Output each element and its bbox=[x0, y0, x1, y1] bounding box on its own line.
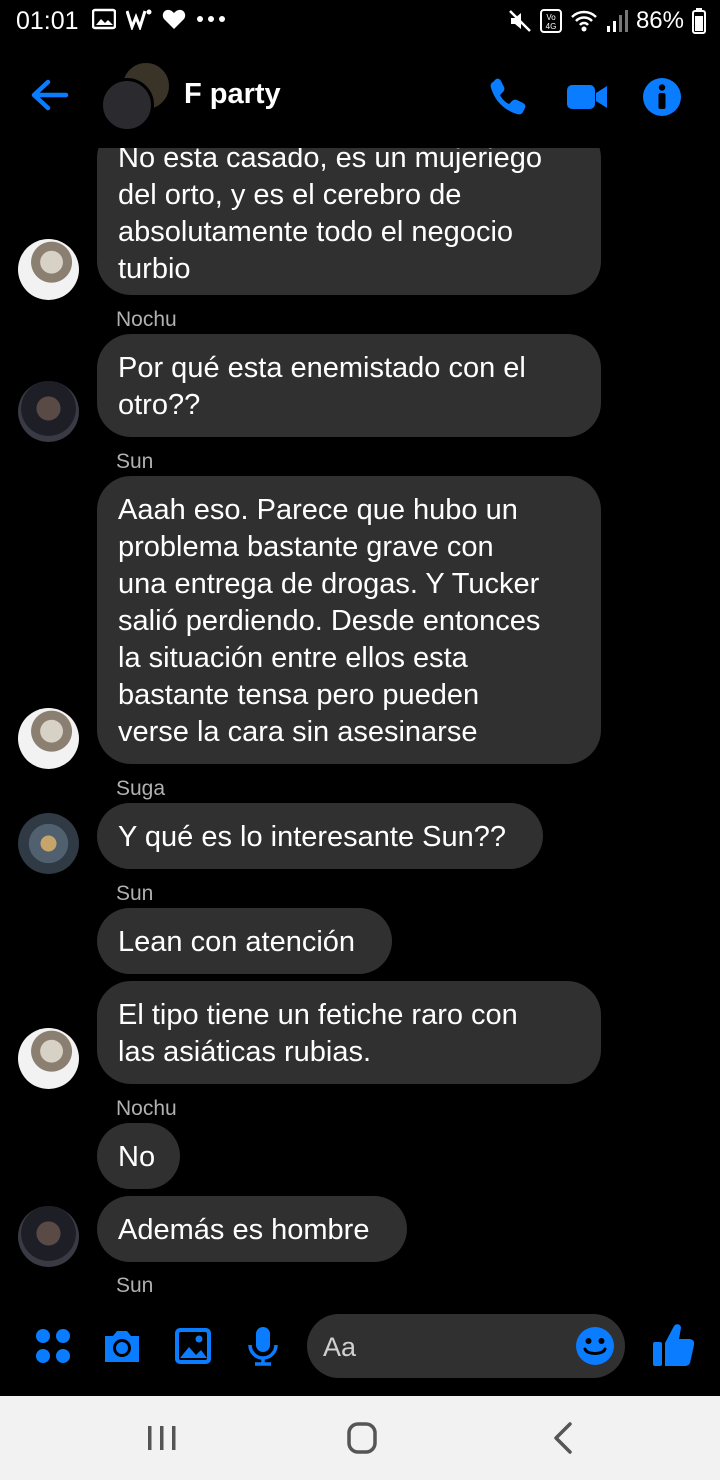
back-arrow-icon[interactable] bbox=[28, 74, 70, 116]
member-avatar bbox=[100, 78, 154, 132]
wifi-icon bbox=[571, 10, 597, 32]
composer-bar bbox=[0, 1310, 720, 1396]
avatar[interactable] bbox=[18, 1206, 79, 1267]
image-icon[interactable] bbox=[173, 1326, 213, 1366]
message-list[interactable]: No esta casado, es un mujeriego del orto… bbox=[0, 148, 720, 1310]
more-dots-icon bbox=[197, 16, 225, 22]
apps-icon[interactable] bbox=[33, 1326, 73, 1366]
message-bubble[interactable]: Lean con atención bbox=[97, 908, 392, 974]
avatar[interactable] bbox=[18, 239, 79, 300]
message-bubble[interactable]: Por qué esta enemistado con el otro?? bbox=[97, 334, 601, 437]
status-time: 01:01 bbox=[16, 7, 79, 35]
message-bubble[interactable]: El tipo tiene un fetiche raro con las as… bbox=[97, 981, 601, 1084]
emoji-icon[interactable] bbox=[575, 1326, 615, 1366]
sender-name: Suga bbox=[116, 777, 166, 800]
avatar[interactable] bbox=[18, 1028, 79, 1089]
volte-4g-icon: Vo4G bbox=[539, 9, 562, 33]
signal-icon bbox=[606, 10, 628, 32]
svg-text:Vo: Vo bbox=[546, 13, 556, 22]
phone-icon[interactable] bbox=[487, 76, 529, 118]
home-icon[interactable] bbox=[342, 1420, 382, 1456]
message-field[interactable] bbox=[307, 1314, 625, 1378]
sender-name: Sun bbox=[116, 1274, 154, 1297]
recents-icon[interactable] bbox=[142, 1420, 182, 1456]
system-nav-bar bbox=[0, 1396, 720, 1480]
avatar[interactable] bbox=[18, 708, 79, 769]
conversation-header: F party bbox=[0, 44, 720, 148]
message-bubble[interactable]: No bbox=[97, 1123, 180, 1189]
conversation-title[interactable]: F party bbox=[184, 78, 281, 111]
message-bubble[interactable]: No esta casado, es un mujeriego del orto… bbox=[97, 148, 601, 295]
sender-name: Nochu bbox=[116, 1097, 177, 1120]
sender-name: Sun bbox=[116, 882, 154, 905]
group-avatar[interactable] bbox=[100, 60, 172, 132]
message-bubble[interactable]: Y qué es lo interesante Sun?? bbox=[97, 803, 543, 869]
message-input[interactable] bbox=[321, 1329, 575, 1365]
avatar[interactable] bbox=[18, 381, 79, 442]
mute-icon bbox=[509, 10, 531, 32]
microphone-icon[interactable] bbox=[243, 1326, 283, 1366]
message-bubble[interactable]: Aaah eso. Parece que hubo un problema ba… bbox=[97, 476, 601, 764]
heart-icon bbox=[162, 9, 186, 29]
w-app-icon bbox=[126, 9, 152, 30]
thumbs-up-icon[interactable] bbox=[652, 1322, 694, 1368]
info-icon[interactable] bbox=[641, 76, 683, 118]
back-icon[interactable] bbox=[544, 1420, 584, 1456]
sender-name: Sun bbox=[116, 450, 154, 473]
camera-icon[interactable] bbox=[102, 1326, 142, 1366]
status-bar: 01:01 Vo 4G 86% bbox=[0, 0, 720, 44]
video-camera-icon[interactable] bbox=[566, 76, 608, 118]
sender-name: Nochu bbox=[116, 308, 177, 331]
battery-percent: 86% bbox=[635, 7, 684, 34]
gallery-icon bbox=[92, 8, 116, 30]
svg-text:4G: 4G bbox=[546, 22, 557, 31]
message-bubble[interactable]: Además es hombre bbox=[97, 1196, 407, 1262]
battery-icon bbox=[692, 8, 706, 34]
avatar[interactable] bbox=[18, 813, 79, 874]
